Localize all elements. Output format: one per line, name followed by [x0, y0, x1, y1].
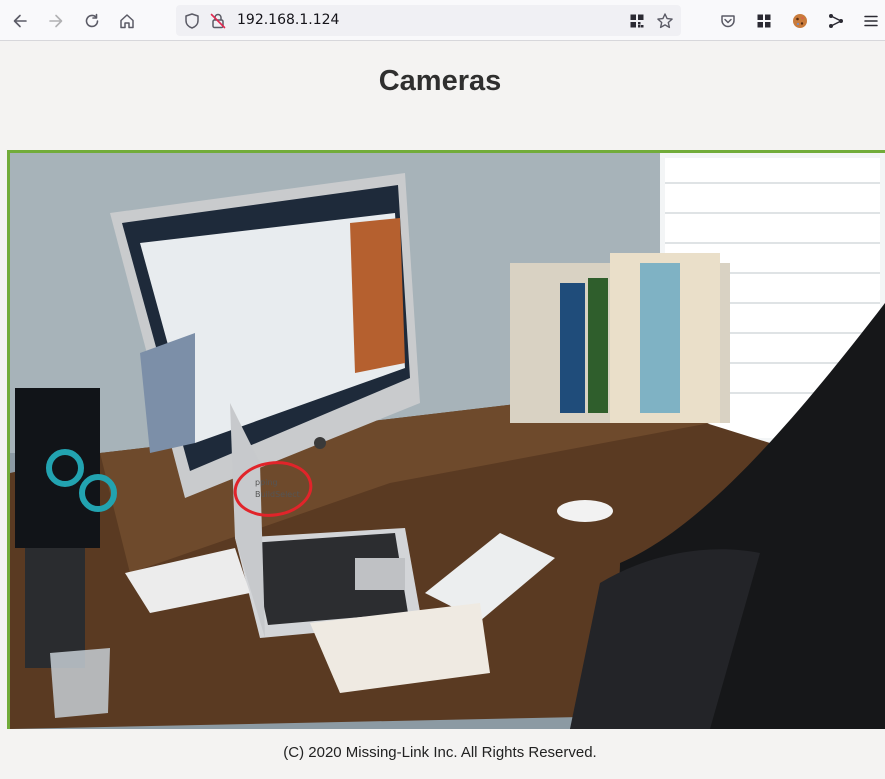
share-button[interactable] [822, 7, 850, 35]
reload-button[interactable] [78, 7, 106, 35]
star-icon[interactable] [656, 12, 674, 30]
insecure-lock-icon[interactable] [209, 12, 227, 30]
page-content: Cameras pping BuildSelect (C) 2020 Missi… [0, 41, 885, 779]
cookie-button[interactable] [786, 7, 814, 35]
cookie-icon [793, 14, 807, 28]
footer-copyright: (C) 2020 Missing-Link Inc. All Rights Re… [283, 744, 597, 761]
pocket-icon [721, 15, 735, 28]
camera-feed: pping BuildSelect [7, 150, 885, 729]
arrow-left-icon [13, 14, 27, 28]
browser-toolbar: 192.168.1.124 [0, 0, 885, 41]
pocket-button[interactable] [714, 7, 742, 35]
menu-button[interactable] [857, 7, 885, 35]
qr-code-icon[interactable] [628, 12, 646, 30]
shield-icon[interactable] [183, 12, 201, 30]
page-title: Cameras [378, 65, 502, 97]
reload-icon [85, 13, 99, 28]
arrow-right-icon [49, 14, 63, 28]
home-button[interactable] [113, 7, 141, 35]
forward-button[interactable] [42, 7, 70, 35]
back-button[interactable] [6, 7, 34, 35]
url-text[interactable]: 192.168.1.124 [237, 5, 339, 36]
annotation-text-1: pping [255, 478, 278, 487]
annotation-text-2: BuildSelect [255, 490, 300, 499]
share-icon [829, 14, 843, 28]
url-bar[interactable]: 192.168.1.124 [176, 5, 681, 36]
extensions-icon [757, 14, 771, 28]
home-icon [120, 14, 134, 29]
hamburger-menu-icon [864, 15, 878, 27]
extensions-button[interactable] [750, 7, 778, 35]
camera-feed-image: pping BuildSelect [10, 153, 885, 729]
